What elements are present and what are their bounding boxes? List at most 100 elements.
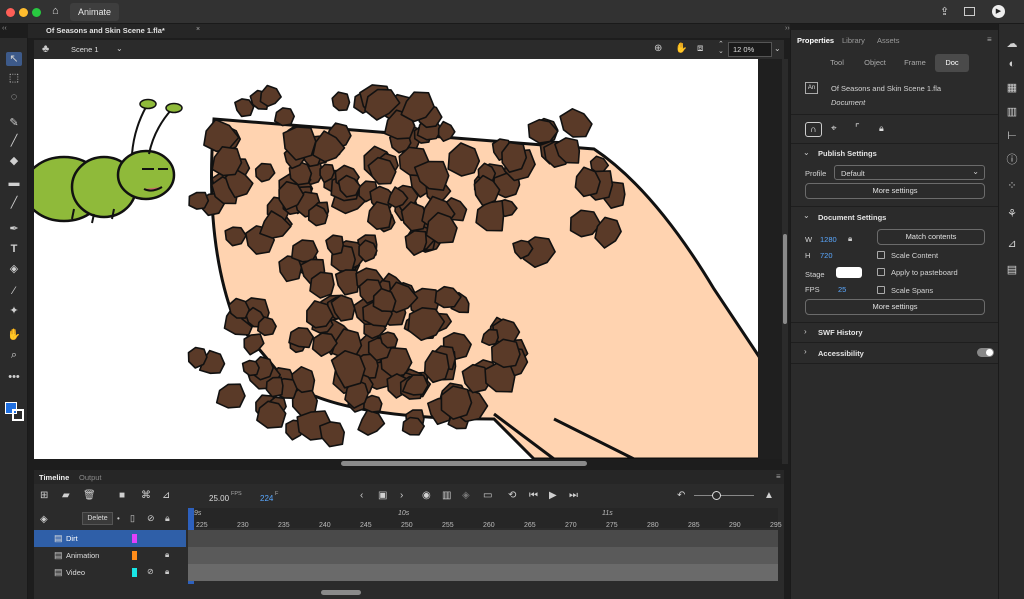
- delete-icon[interactable]: 🗑︎: [83, 490, 96, 502]
- layer-name[interactable]: Dirt: [66, 534, 78, 543]
- components-panel-icon[interactable]: ⚘: [1006, 208, 1018, 220]
- accessibility-toggle[interactable]: [977, 348, 994, 357]
- current-frame[interactable]: 224: [260, 494, 273, 503]
- layer-color-swatch[interactable]: [132, 534, 137, 543]
- hand-icon[interactable]: ✋: [675, 43, 687, 54]
- play-test-icon[interactable]: ▶: [992, 5, 1005, 18]
- profile-select[interactable]: Default ⌄: [834, 165, 985, 180]
- collapse-panel-icon[interactable]: ››: [785, 25, 790, 32]
- visibility-icon[interactable]: ⊘: [147, 513, 155, 524]
- fps-value[interactable]: 25: [838, 285, 846, 294]
- frames-row-dirt[interactable]: [188, 530, 778, 547]
- layer-row-video[interactable]: ▤ Video ⊘ 🔒︎: [34, 564, 186, 581]
- lock-icon[interactable]: 🔒︎: [165, 513, 170, 524]
- stroke-color-swatch[interactable]: [12, 409, 24, 421]
- close-icon[interactable]: ×: [196, 26, 200, 33]
- width-value[interactable]: 1280: [820, 235, 837, 244]
- corner-icon[interactable]: ⌜: [855, 123, 860, 134]
- line-tool-icon[interactable]: ╱: [6, 196, 22, 210]
- color-panel-icon[interactable]: ◐: [1006, 58, 1018, 70]
- apply-pasteboard-checkbox[interactable]: [877, 268, 885, 276]
- collapse-tools-icon[interactable]: ‹‹: [2, 25, 7, 32]
- snap-icon[interactable]: ∩: [805, 122, 822, 137]
- new-layer-icon[interactable]: ⊞: [40, 490, 48, 502]
- share-icon[interactable]: ⇪: [940, 5, 949, 18]
- publish-more-settings-button[interactable]: More settings: [805, 183, 985, 199]
- library-panel-icon[interactable]: ▥: [1006, 106, 1018, 118]
- graph-icon[interactable]: ⊿: [162, 490, 170, 502]
- chevron-right-icon[interactable]: ›: [804, 327, 807, 336]
- fps-display[interactable]: 25.00: [209, 494, 229, 503]
- swf-history-title[interactable]: SWF History: [818, 328, 863, 337]
- text-tool-icon[interactable]: T: [6, 242, 22, 256]
- symbol-icon[interactable]: ♣: [42, 43, 49, 55]
- keyframe-icon[interactable]: ▣: [378, 490, 387, 502]
- onion-skin-icon[interactable]: ◉: [422, 490, 431, 502]
- undo-scale-icon[interactable]: ↶: [677, 490, 685, 502]
- grid-panel-icon[interactable]: ▤: [1006, 264, 1018, 276]
- accessibility-title[interactable]: Accessibility: [818, 349, 864, 358]
- stage-color-swatch[interactable]: [836, 267, 862, 278]
- swatches-panel-icon[interactable]: ▦: [1006, 82, 1018, 94]
- tab-timeline[interactable]: Timeline: [39, 473, 69, 482]
- visibility-icon[interactable]: ⊘: [147, 567, 154, 576]
- pen-tool-icon[interactable]: ✒: [6, 222, 22, 236]
- layer-name[interactable]: Animation: [66, 551, 99, 560]
- chevron-right-icon[interactable]: ›: [400, 490, 403, 502]
- panel-menu-icon[interactable]: ≡: [776, 472, 781, 481]
- scale-content-checkbox[interactable]: [877, 251, 885, 259]
- close-window-button[interactable]: [6, 8, 15, 17]
- selection-tool-icon[interactable]: ↖: [6, 52, 22, 66]
- step-back-icon[interactable]: ⏮︎: [529, 490, 538, 502]
- tab-library[interactable]: Library: [842, 36, 865, 45]
- layout-icon[interactable]: [964, 7, 975, 16]
- slider-knob[interactable]: [712, 491, 721, 500]
- zoom-dropdown-icon[interactable]: ⌄: [774, 44, 781, 53]
- zoom-tool-icon[interactable]: ⌕: [6, 348, 22, 362]
- eyedropper-icon[interactable]: ⁄: [6, 284, 22, 298]
- more-tools-icon[interactable]: •••: [6, 370, 22, 384]
- panel-menu-icon[interactable]: ≡: [987, 35, 992, 44]
- chevron-down-icon[interactable]: ⌄: [116, 44, 123, 53]
- layer-name[interactable]: Video: [66, 568, 85, 577]
- camera-icon[interactable]: ■: [119, 490, 125, 502]
- clip-icon[interactable]: ⧈: [697, 43, 703, 54]
- segment-object[interactable]: Object: [855, 54, 895, 72]
- layer-color-swatch[interactable]: [132, 551, 137, 560]
- document-settings-title[interactable]: Document Settings: [818, 213, 886, 222]
- center-stage-icon[interactable]: ⊕: [654, 43, 662, 54]
- frame-size-slider[interactable]: [694, 491, 754, 500]
- zoom-stepper-icon[interactable]: ⌃ ⌄: [718, 41, 724, 55]
- minimize-window-button[interactable]: [19, 8, 28, 17]
- paint-brush-icon[interactable]: ✎: [6, 116, 22, 130]
- layer-row-dirt[interactable]: ▤ Dirt: [34, 530, 186, 547]
- edit-multiple-frames-icon[interactable]: ▥: [442, 490, 451, 502]
- segment-tool[interactable]: Tool: [819, 54, 855, 72]
- free-transform-icon[interactable]: ⬚: [6, 71, 22, 85]
- step-forward-icon[interactable]: ⏭︎: [569, 490, 578, 502]
- segment-frame[interactable]: Frame: [895, 54, 935, 72]
- tab-assets[interactable]: Assets: [877, 36, 900, 45]
- stage-canvas[interactable]: [34, 59, 758, 459]
- scene-name[interactable]: Scene 1: [71, 45, 99, 54]
- tab-properties[interactable]: Properties: [797, 36, 834, 45]
- motion-presets-icon[interactable]: ⁘: [1006, 180, 1018, 192]
- home-icon[interactable]: ⌂: [52, 5, 59, 17]
- frames-row-animation[interactable]: [188, 547, 778, 564]
- publish-settings-title[interactable]: Publish Settings: [818, 149, 877, 158]
- vertical-scrollbar[interactable]: [782, 59, 788, 464]
- layer-parenting-icon[interactable]: ⌘: [141, 490, 151, 502]
- transform-icon[interactable]: ⌖: [831, 123, 837, 134]
- outline-icon[interactable]: ▯: [130, 513, 135, 524]
- tween-icon[interactable]: ◈: [462, 490, 470, 502]
- document-tab[interactable]: Of Seasons and Skin Scene 1.fla*: [46, 26, 165, 35]
- frames-row-video[interactable]: [188, 564, 778, 581]
- mountains-icon[interactable]: ▲: [764, 490, 774, 502]
- zoom-input[interactable]: 12 0%: [728, 42, 772, 57]
- link-dimensions-icon[interactable]: 🔒︎: [848, 234, 852, 244]
- segment-doc[interactable]: Doc: [935, 54, 969, 72]
- scale-spans-checkbox[interactable]: [877, 286, 885, 294]
- match-contents-button[interactable]: Match contents: [877, 229, 985, 245]
- layer-row-animation[interactable]: ▤ Animation 🔒︎: [34, 547, 186, 564]
- hand-tool-icon[interactable]: ✋: [6, 328, 22, 342]
